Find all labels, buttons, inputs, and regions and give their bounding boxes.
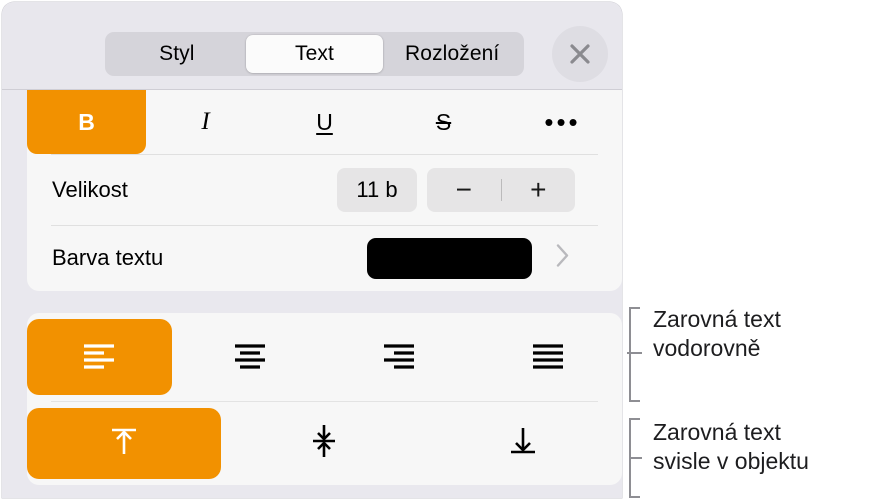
font-size-row: Velikost 11 b − + bbox=[27, 154, 622, 225]
strikethrough-button[interactable]: S bbox=[384, 90, 503, 154]
font-size-input[interactable]: 11 b bbox=[337, 168, 417, 212]
align-center-icon bbox=[229, 340, 271, 375]
close-button[interactable] bbox=[552, 26, 608, 82]
align-justify-button[interactable] bbox=[473, 313, 622, 401]
align-middle-icon bbox=[304, 421, 344, 466]
font-size-decrement-button[interactable]: − bbox=[427, 168, 501, 212]
align-top-button[interactable] bbox=[27, 408, 222, 479]
tab-rozlozeni[interactable]: Rozložení bbox=[383, 35, 521, 73]
font-size-stepper[interactable]: − + bbox=[427, 168, 575, 212]
font-size-increment-button[interactable]: + bbox=[502, 168, 576, 212]
text-color-label: Barva textu bbox=[52, 245, 164, 270]
bold-button[interactable]: B bbox=[27, 90, 146, 154]
callout-bracket-vertical bbox=[626, 418, 646, 503]
align-middle-cell bbox=[225, 402, 423, 485]
align-middle-button[interactable] bbox=[225, 402, 423, 485]
callout-bracket-horizontal bbox=[626, 307, 646, 407]
align-bottom-button[interactable] bbox=[424, 402, 622, 485]
more-options-button[interactable]: ••• bbox=[503, 90, 622, 154]
tab-text[interactable]: Text bbox=[245, 35, 384, 73]
callout-vertical-text: Zarovná text svisle v objektu bbox=[653, 419, 809, 475]
font-size-label: Velikost bbox=[52, 176, 128, 202]
text-color-row[interactable]: Barva textu bbox=[27, 225, 622, 291]
chevron-right-icon[interactable] bbox=[555, 242, 571, 275]
italic-button[interactable]: I bbox=[146, 90, 265, 154]
panel-scroll-content[interactable]: B I U S ••• Velikost 11 b − + Barva text… bbox=[2, 90, 622, 498]
align-right-icon bbox=[378, 340, 420, 375]
text-color-swatch[interactable] bbox=[367, 238, 532, 279]
text-style-row: B I U S ••• bbox=[27, 90, 622, 154]
segmented-control[interactable]: Styl Text Rozložení bbox=[105, 32, 524, 76]
tab-styl[interactable]: Styl bbox=[108, 35, 246, 73]
align-left-cell bbox=[27, 313, 176, 401]
format-popover-panel: Styl Text Rozložení B I U S ••• Velikost… bbox=[2, 2, 622, 498]
align-bottom-icon bbox=[503, 421, 543, 466]
panel-header: Styl Text Rozložení bbox=[2, 2, 622, 90]
align-center-button[interactable] bbox=[176, 313, 325, 401]
align-justify-icon bbox=[527, 340, 569, 375]
align-left-button[interactable] bbox=[27, 319, 172, 395]
align-justify-cell bbox=[473, 313, 622, 401]
align-right-cell bbox=[325, 313, 474, 401]
align-top-cell bbox=[27, 402, 225, 485]
align-bottom-cell bbox=[424, 402, 622, 485]
vertical-alignment-row bbox=[27, 402, 622, 485]
text-format-card: B I U S ••• Velikost 11 b − + Barva text… bbox=[27, 90, 622, 291]
align-left-icon bbox=[78, 340, 120, 375]
align-right-button[interactable] bbox=[325, 313, 474, 401]
underline-button[interactable]: U bbox=[265, 90, 384, 154]
callout-horizontal-text: Zarovná text vodorovně bbox=[653, 306, 781, 362]
close-icon bbox=[567, 41, 593, 67]
horizontal-alignment-row bbox=[27, 313, 622, 401]
align-top-icon bbox=[104, 421, 144, 466]
alignment-card bbox=[27, 313, 622, 485]
align-center-cell bbox=[176, 313, 325, 401]
